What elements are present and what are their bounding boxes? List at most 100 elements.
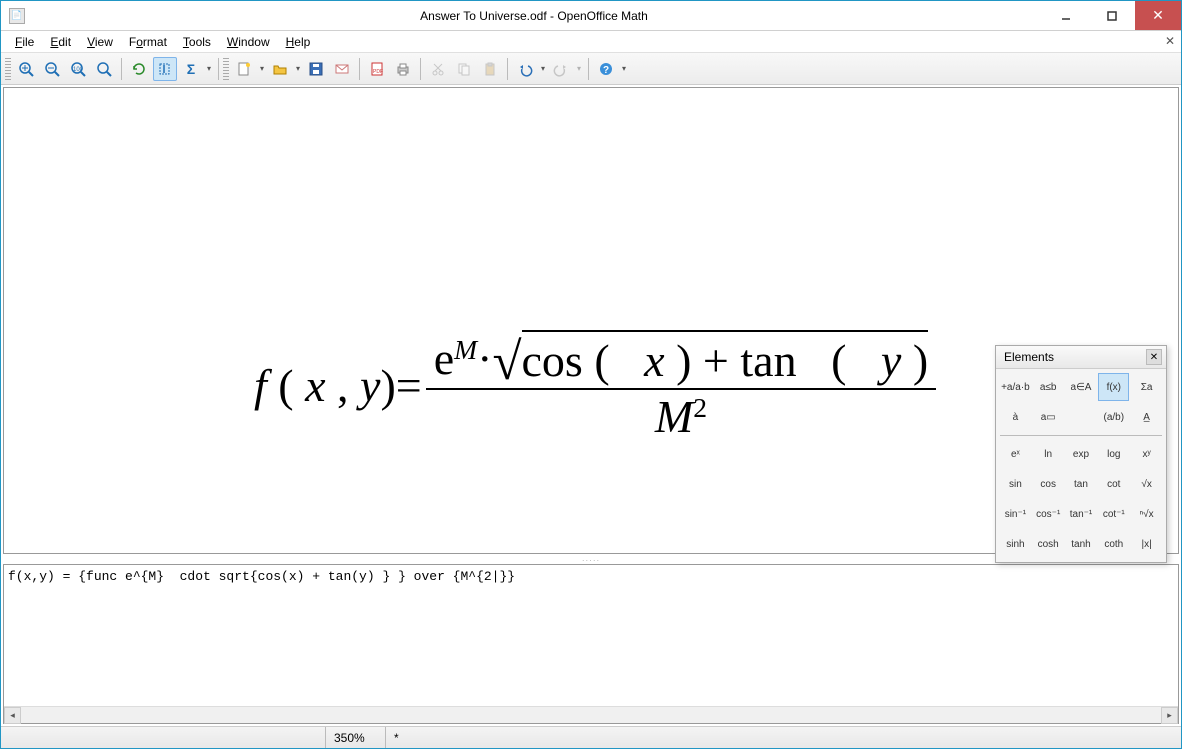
fn-log[interactable]: log (1098, 440, 1129, 468)
fn-cosh[interactable]: cosh (1033, 530, 1064, 558)
status-modified: * (385, 727, 407, 748)
toolbar-separator (420, 58, 421, 80)
sqrt-sign: √ (492, 332, 521, 392)
zoom-fit-button[interactable] (92, 57, 116, 81)
formula-y: y (360, 359, 380, 412)
fn-sin[interactable]: sin (1000, 470, 1031, 498)
export-pdf-button[interactable]: PDF (365, 57, 389, 81)
toolbar-separator (588, 58, 589, 80)
status-zoom[interactable]: 350% (325, 727, 385, 748)
zoom-in-button[interactable] (14, 57, 38, 81)
fn-nroot[interactable]: ⁿ√x (1131, 500, 1162, 528)
cat-others[interactable]: A̲ (1131, 403, 1162, 431)
toolbar-separator (121, 58, 122, 80)
close-button[interactable]: ✕ (1135, 1, 1181, 30)
menu-bar: File Edit View Format Tools Window Help … (1, 31, 1181, 53)
cat-formats[interactable]: (a/b) (1098, 403, 1129, 431)
cat-attributes[interactable]: à (1000, 403, 1031, 431)
fn-abs[interactable]: |x| (1131, 530, 1162, 558)
fn-tan[interactable]: tan (1066, 470, 1097, 498)
cat-unary-binary[interactable]: +a/a·b (1000, 373, 1031, 401)
window-title: Answer To Universe.odf - OpenOffice Math (25, 9, 1043, 23)
undo-button[interactable] (513, 57, 537, 81)
cut-button[interactable] (426, 57, 450, 81)
horizontal-scrollbar[interactable]: ◂ ▸ (4, 706, 1178, 723)
document-close-button[interactable]: ✕ (1165, 34, 1175, 48)
toolbar-dropdown-1[interactable]: ▾ (204, 64, 214, 73)
cat-operators[interactable]: Σa (1131, 373, 1162, 401)
formula-cursor-button[interactable] (153, 57, 177, 81)
refresh-button[interactable] (127, 57, 151, 81)
elements-close-button[interactable]: ✕ (1146, 349, 1162, 365)
print-button[interactable] (391, 57, 415, 81)
elements-panel[interactable]: Elements ✕ +a/a·b a≤b a∈A f(x) Σa à a▭ (… (995, 345, 1167, 563)
undo-dropdown[interactable]: ▾ (538, 64, 548, 73)
redo-dropdown[interactable]: ▾ (574, 64, 584, 73)
formula-code-input[interactable] (4, 565, 1178, 706)
application-window: 📄 Answer To Universe.odf - OpenOffice Ma… (0, 0, 1182, 749)
cdot: · (477, 332, 492, 385)
fn-power[interactable]: xʸ (1131, 440, 1162, 468)
fn-atan[interactable]: tan⁻¹ (1066, 500, 1097, 528)
elements-titlebar[interactable]: Elements ✕ (996, 346, 1166, 369)
fn-ex[interactable]: eˣ (1000, 440, 1031, 468)
fn-acot[interactable]: cot⁻¹ (1098, 500, 1129, 528)
redo-button[interactable] (549, 57, 573, 81)
fn-coth[interactable]: coth (1098, 530, 1129, 558)
fn-cot[interactable]: cot (1098, 470, 1129, 498)
toolbar-separator (218, 58, 219, 80)
minimize-button[interactable] (1043, 1, 1089, 30)
close-paren-2: ) (676, 335, 691, 386)
cat-functions[interactable]: f(x) (1098, 373, 1129, 401)
zoom-out-button[interactable] (40, 57, 64, 81)
menu-help[interactable]: Help (280, 33, 317, 51)
cos-label: cos (522, 335, 583, 386)
save-button[interactable] (304, 57, 328, 81)
cat-brackets[interactable]: a▭ (1033, 403, 1064, 431)
formula-M-exponent: M (454, 334, 477, 366)
fn-sqrt[interactable]: √x (1131, 470, 1162, 498)
main-area: f ( x , y ) = eM · √ (1, 85, 1181, 726)
new-button[interactable] (232, 57, 256, 81)
fn-cos[interactable]: cos (1033, 470, 1064, 498)
cat-set-operations[interactable]: a∈A (1066, 373, 1097, 401)
menu-format[interactable]: Format (123, 33, 173, 51)
scroll-right-icon[interactable]: ▸ (1161, 707, 1178, 724)
scroll-left-icon[interactable]: ◂ (4, 707, 21, 724)
tan-label: tan (740, 335, 796, 386)
open-button[interactable] (268, 57, 292, 81)
svg-text:?: ? (603, 65, 609, 76)
status-bar: 350% * (1, 726, 1181, 748)
formula-e: e (434, 332, 454, 385)
maximize-button[interactable] (1089, 1, 1135, 30)
toolbar-grip-2[interactable] (223, 58, 229, 80)
zoom-100-button[interactable]: 100 (66, 57, 90, 81)
new-dropdown[interactable]: ▾ (257, 64, 267, 73)
fn-tanh[interactable]: tanh (1066, 530, 1097, 558)
fn-ln[interactable]: ln (1033, 440, 1064, 468)
help-button[interactable]: ? (594, 57, 618, 81)
fn-exp[interactable]: exp (1066, 440, 1097, 468)
menu-tools[interactable]: Tools (177, 33, 217, 51)
send-mail-button[interactable] (330, 57, 354, 81)
menu-window[interactable]: Window (221, 33, 276, 51)
fn-sinh[interactable]: sinh (1000, 530, 1031, 558)
fn-acos[interactable]: cos⁻¹ (1033, 500, 1064, 528)
toolbar-dropdown-2[interactable]: ▾ (619, 64, 629, 73)
toolbar-grip[interactable] (5, 58, 11, 80)
paste-button[interactable] (478, 57, 502, 81)
plus: + (703, 335, 729, 386)
open-paren: ( (278, 359, 293, 412)
menu-edit[interactable]: Edit (44, 33, 77, 51)
symbols-catalog-button[interactable]: Σ (179, 57, 203, 81)
open-dropdown[interactable]: ▾ (293, 64, 303, 73)
cat-relations[interactable]: a≤b (1033, 373, 1064, 401)
cat-blank (1066, 403, 1097, 431)
menu-file[interactable]: File (9, 33, 40, 51)
copy-button[interactable] (452, 57, 476, 81)
menu-view[interactable]: View (81, 33, 119, 51)
fn-asin[interactable]: sin⁻¹ (1000, 500, 1031, 528)
cos-x: x (644, 335, 664, 386)
code-pane: ◂ ▸ (3, 564, 1179, 724)
toolbar: 100 Σ ▾ ▾ ▾ PDF ▾ ▾ ? ▾ (1, 53, 1181, 85)
